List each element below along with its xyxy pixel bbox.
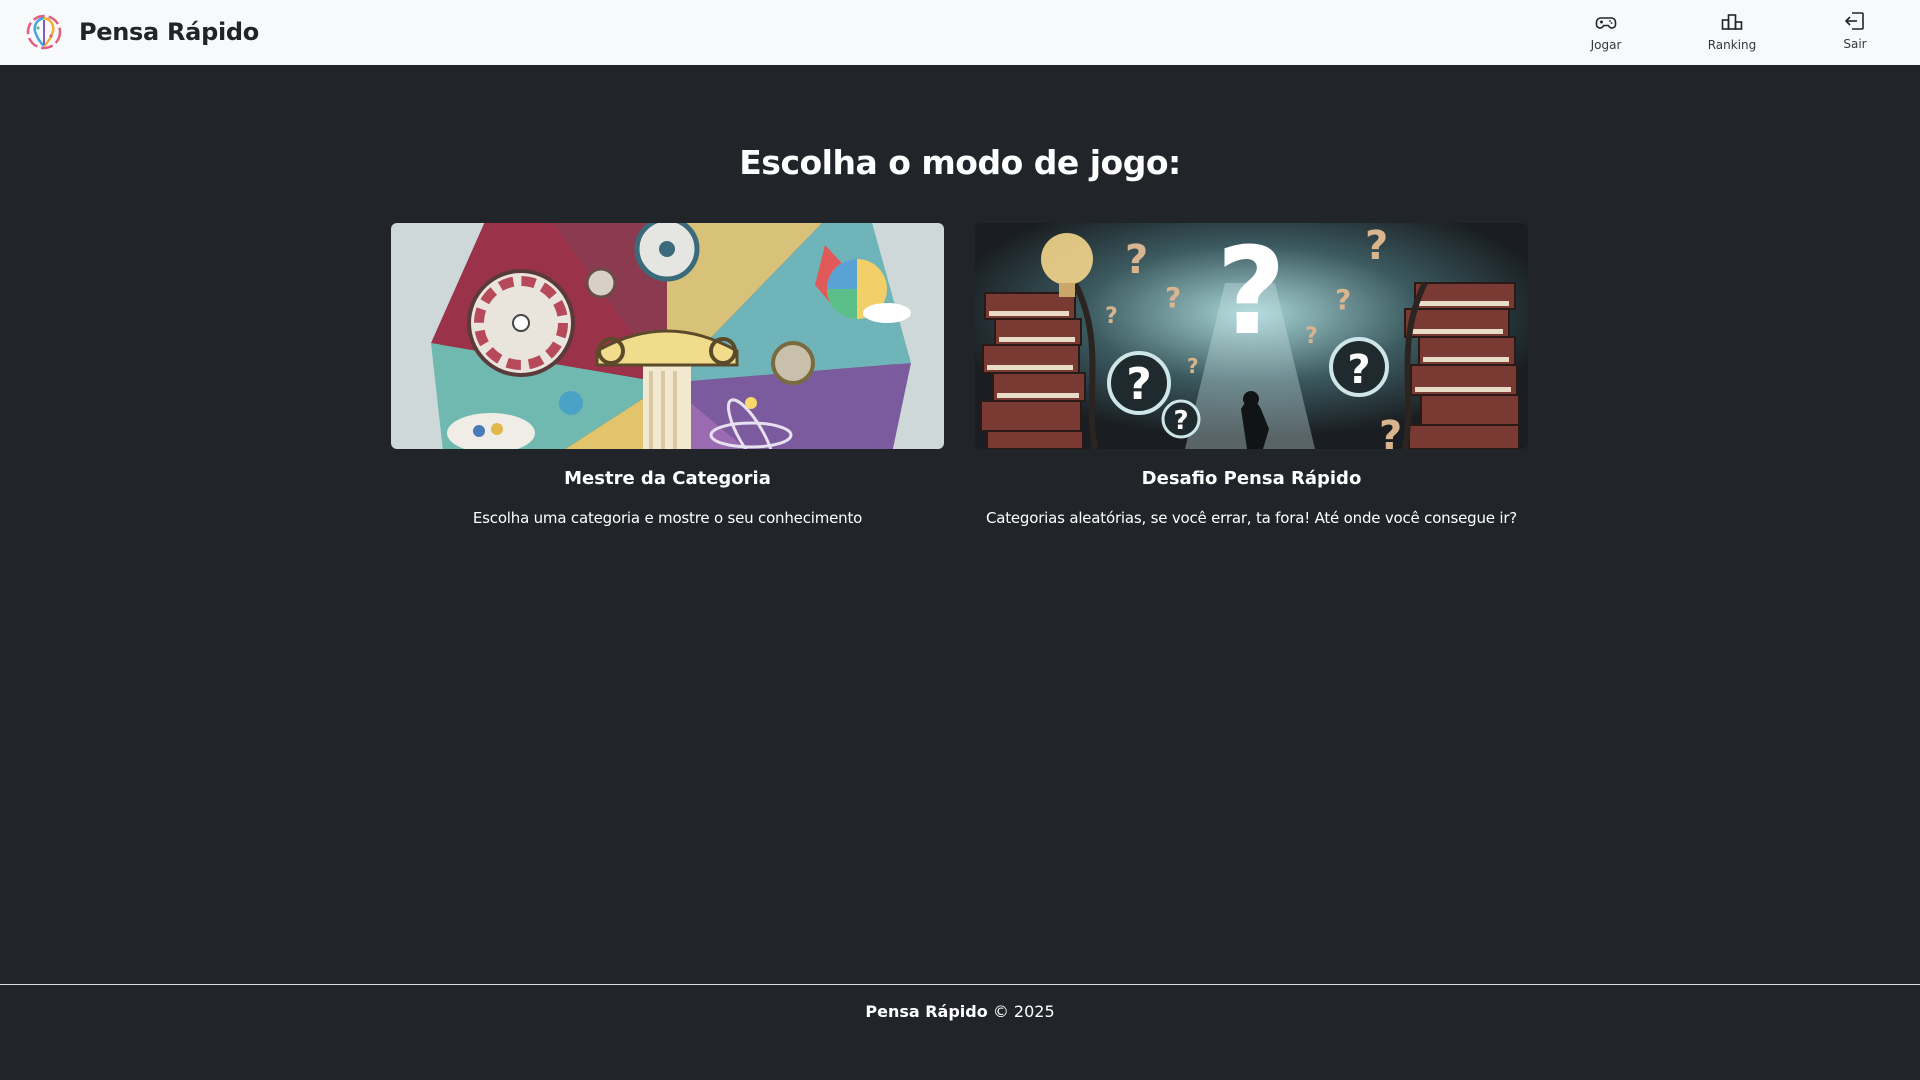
question-books-illustration: ? ? ? ? ? ? ? ? ? ? ? ?: [975, 223, 1528, 449]
svg-text:?: ?: [1165, 281, 1181, 314]
mode-card-image-challenge[interactable]: ? ? ? ? ? ? ? ? ? ? ? ?: [975, 223, 1528, 449]
brand-link[interactable]: Pensa Rápido: [26, 14, 259, 50]
mode-card-desafio-pensa-rapido[interactable]: ? ? ? ? ? ? ? ? ? ? ? ? Desafio Pensa Rá…: [975, 223, 1528, 527]
nav-jogar[interactable]: Jogar: [1556, 10, 1656, 58]
brain-logo-icon: [26, 14, 62, 50]
nav-sair-label: Sair: [1843, 37, 1867, 51]
svg-text:?: ?: [1125, 237, 1148, 283]
mode-card-description: Escolha uma categoria e mostre o seu con…: [472, 509, 863, 527]
mode-card-mestre-da-categoria[interactable]: Mestre da Categoria Escolha uma categori…: [391, 223, 944, 527]
mode-card-title: Desafio Pensa Rápido: [1141, 468, 1362, 489]
svg-text:?: ?: [1305, 324, 1318, 349]
mode-card-description: Categorias aleatórias, se você errar, ta…: [985, 509, 1518, 527]
svg-text:?: ?: [1105, 304, 1118, 329]
svg-text:?: ?: [1126, 359, 1152, 410]
page-title: Escolha o modo de jogo:: [739, 143, 1181, 182]
top-navbar: Pensa Rápido Jogar Ranking Sair: [0, 0, 1920, 65]
category-wheel-illustration: [391, 223, 944, 449]
nav-ranking-label: Ranking: [1707, 38, 1757, 52]
footer-year: © 2025: [987, 1002, 1055, 1021]
footer: Pensa Rápido © 2025: [0, 984, 1920, 1080]
svg-text:?: ?: [1365, 223, 1388, 269]
nav-sair[interactable]: Sair: [1805, 9, 1905, 57]
brand-name: Pensa Rápido: [79, 18, 259, 46]
mode-card-image-category[interactable]: [391, 223, 944, 449]
footer-brand: Pensa Rápido: [865, 1002, 988, 1021]
svg-text:?: ?: [1187, 354, 1199, 378]
svg-text:?: ?: [1216, 223, 1286, 362]
nav-ranking[interactable]: Ranking: [1682, 10, 1782, 58]
footer-copyright: Pensa Rápido © 2025: [0, 1002, 1920, 1021]
podium-icon: [1721, 14, 1743, 30]
nav-jogar-label: Jogar: [1590, 38, 1622, 52]
logout-icon: [1844, 12, 1864, 30]
svg-text:?: ?: [1335, 283, 1351, 316]
svg-text:?: ?: [1379, 413, 1402, 449]
gamepad-icon: [1595, 17, 1617, 29]
mode-card-title: Mestre da Categoria: [564, 468, 771, 489]
svg-text:?: ?: [1347, 347, 1370, 393]
svg-text:?: ?: [1173, 406, 1188, 436]
